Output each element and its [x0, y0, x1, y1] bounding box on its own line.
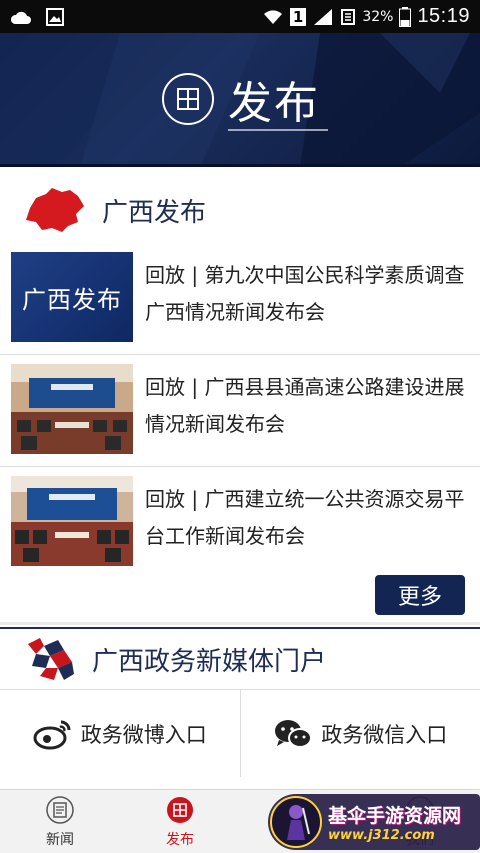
- wechat-icon: [275, 719, 313, 748]
- news-item[interactable]: 回放 | 广西县县通高速公路建设进展情况新闻发布会: [0, 355, 480, 467]
- wechat-entry-label: 政务微信入口: [321, 722, 448, 747]
- sim-indicator: 1: [289, 7, 307, 26]
- watermark-title: 基伞手游资源网: [328, 805, 462, 827]
- status-bar: 1 32% 15:19: [0, 0, 480, 33]
- news-thumbnail: [11, 364, 133, 454]
- nav-tab-news[interactable]: 新闻: [0, 790, 120, 853]
- puzzle-logo-icon: [28, 638, 74, 680]
- signal-icon: [314, 8, 333, 25]
- weibo-icon: [33, 720, 71, 749]
- cloud-icon: [10, 11, 31, 24]
- weibo-entry-label: 政务微博入口: [80, 722, 207, 747]
- news-list: 广西发布 回放 | 第九次中国公民科学素质调查广西情况新闻发布会 回放 | 广西…: [0, 243, 480, 579]
- site-watermark: 基伞手游资源网 www.j312.com: [268, 794, 480, 850]
- weibo-entry-button[interactable]: 政务微博入口: [0, 690, 240, 777]
- wifi-icon: [263, 9, 282, 24]
- more-button[interactable]: 更多: [375, 575, 465, 615]
- news-title: 回放 | 第九次中国公民科学素质调查广西情况新闻发布会: [145, 263, 465, 324]
- news-item[interactable]: 广西发布 回放 | 第九次中国公民科学素质调查广西情况新闻发布会: [0, 243, 480, 355]
- nav-label: 发布: [166, 831, 194, 848]
- news-item[interactable]: 回放 | 广西建立统一公共资源交易平台工作新闻发布会: [0, 467, 480, 579]
- guangxi-release-title: 广西发布: [102, 197, 207, 228]
- portal-entries: 政务微博入口 政务微信入口: [0, 689, 480, 777]
- image-icon: [46, 7, 64, 26]
- title-underline: [228, 129, 328, 131]
- nav-label: 新闻: [46, 831, 74, 848]
- news-thumbnail: 广西发布: [11, 252, 133, 342]
- news-title: 回放 | 广西县县通高速公路建设进展情况新闻发布会: [145, 375, 465, 436]
- watermark-character-icon: [270, 796, 322, 848]
- banner-edge: [0, 164, 480, 167]
- gov-media-portal-title: 广西政务新媒体门户: [92, 646, 327, 677]
- clock: 15:19: [417, 5, 470, 27]
- wechat-entry-button[interactable]: 政务微信入口: [239, 690, 480, 777]
- release-logo-icon: [162, 73, 214, 125]
- release-icon: [165, 795, 195, 825]
- section-divider: [0, 622, 480, 625]
- battery-percent: 32%: [362, 8, 394, 25]
- nav-tab-release[interactable]: 发布: [120, 790, 240, 853]
- gov-media-portal-header: 广西政务新媒体门户: [0, 627, 480, 689]
- battery-icon: [399, 6, 412, 27]
- guangxi-release-header[interactable]: 广西发布: [0, 170, 480, 250]
- header-banner: 发布: [0, 33, 480, 167]
- news-title: 回放 | 广西建立统一公共资源交易平台工作新闻发布会: [145, 487, 465, 548]
- news-icon: [45, 795, 75, 825]
- data-saver-icon: [341, 8, 356, 25]
- page-title: 发布: [228, 79, 320, 128]
- news-thumbnail: [11, 476, 133, 566]
- guangxi-map-icon: [26, 188, 84, 232]
- watermark-url: www.j312.com: [328, 828, 435, 843]
- thumbnail-text: 广西发布: [22, 285, 122, 314]
